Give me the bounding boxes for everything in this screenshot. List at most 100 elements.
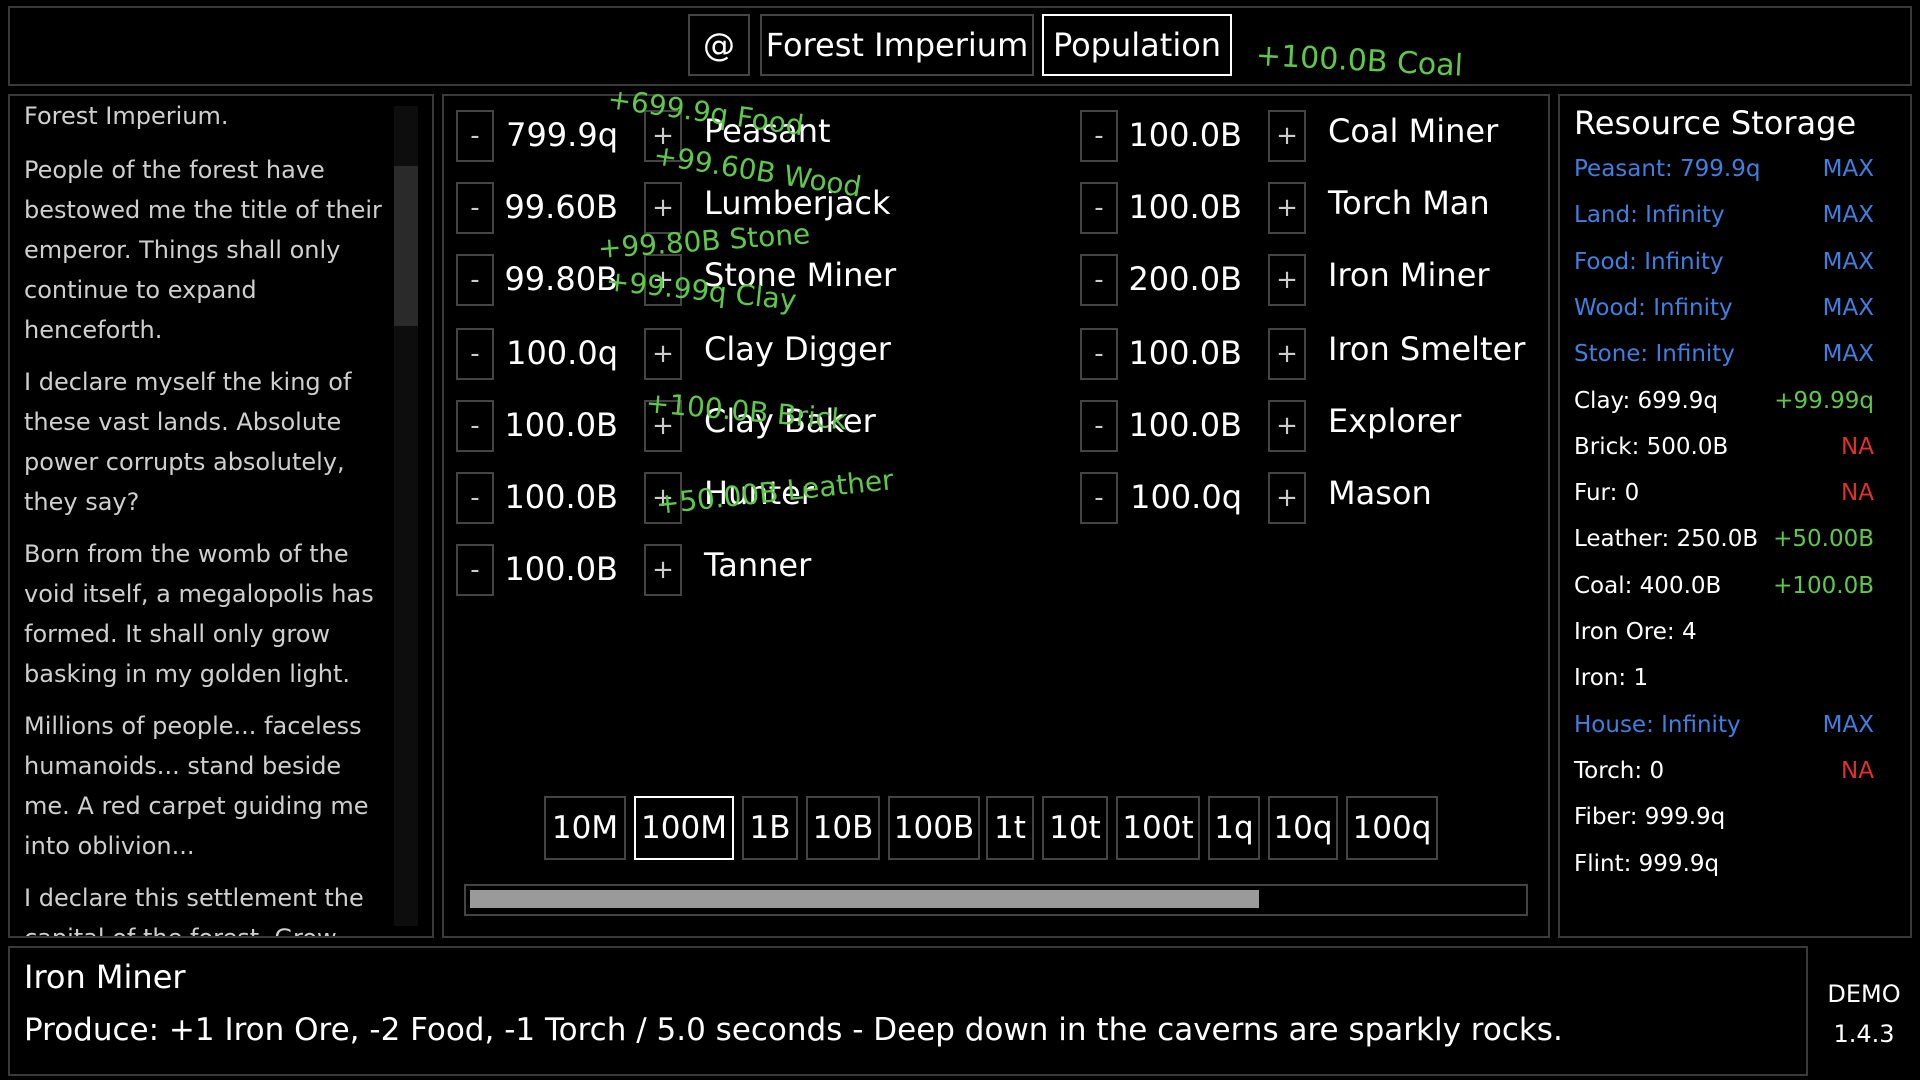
resource-tag: +100.0B <box>1773 572 1874 599</box>
story-text: Forest Imperium. People of the forest ha… <box>24 96 394 938</box>
story-paragraph: People of the forest have bestowed me th… <box>24 156 382 344</box>
story-paragraph: Millions of people... faceless humanoids… <box>24 712 369 860</box>
explorer-increase-button[interactable]: + <box>1268 400 1306 452</box>
clay-digger-count: 100.0q <box>506 334 618 372</box>
resource-label: House: Infinity <box>1574 711 1741 738</box>
tab-at[interactable]: @ <box>688 14 750 76</box>
clay-baker-decrease-button[interactable]: - <box>456 400 494 452</box>
resource-label: Torch: 0 <box>1574 757 1665 784</box>
multiplier-100b-button[interactable]: 100B <box>888 796 980 860</box>
coal-miner-increase-button[interactable]: + <box>1268 110 1306 162</box>
stone-miner-decrease-button[interactable]: - <box>456 254 494 306</box>
peasant-decrease-button[interactable]: - <box>456 110 494 162</box>
resource-row: Brick: 500.0B NA <box>1574 434 1874 474</box>
resource-row: Iron: 1 <box>1574 665 1874 705</box>
resource-row: Torch: 0 NA <box>1574 758 1874 798</box>
resource-label: Flint: 999.9q <box>1574 850 1720 877</box>
resource-tag: MAX <box>1822 294 1874 321</box>
tanner-decrease-button[interactable]: - <box>456 544 494 596</box>
multiplier-100m-button[interactable]: 100M <box>634 796 734 860</box>
clay-digger-increase-button[interactable]: + <box>644 328 682 380</box>
resource-label: Wood: Infinity <box>1574 294 1733 321</box>
multiplier-10q-button[interactable]: 10q <box>1268 796 1338 860</box>
mason-count: 100.0q <box>1130 478 1242 516</box>
resource-label: Clay: 699.9q <box>1574 387 1718 414</box>
resource-label: Brick: 500.0B <box>1574 433 1729 460</box>
resource-row: Fur: 0 NA <box>1574 480 1874 520</box>
explorer-count: 100.0B <box>1128 406 1242 444</box>
hunter-decrease-button[interactable]: - <box>456 472 494 524</box>
job-iron-smelter[interactable]: Iron Smelter <box>1328 330 1525 368</box>
resource-row: Iron Ore: 4 <box>1574 619 1874 659</box>
iron-miner-increase-button[interactable]: + <box>1268 254 1306 306</box>
resource-row: House: Infinity MAX <box>1574 712 1874 752</box>
tanner-count: 100.0B <box>504 550 618 588</box>
peasant-count: 799.9q <box>506 116 618 154</box>
iron-smelter-count: 100.0B <box>1128 334 1242 372</box>
lumberjack-decrease-button[interactable]: - <box>456 182 494 234</box>
resource-tag: MAX <box>1822 156 1874 182</box>
story-paragraph: I declare this settlement the capital of… <box>24 884 364 938</box>
multiplier-1q-button[interactable]: 1q <box>1208 796 1260 860</box>
mason-decrease-button[interactable]: - <box>1080 472 1118 524</box>
resource-tag: MAX <box>1822 248 1874 275</box>
job-torch-man[interactable]: Torch Man <box>1328 184 1490 222</box>
clay-digger-decrease-button[interactable]: - <box>456 328 494 380</box>
job-clay-digger[interactable]: Clay Digger <box>704 330 891 368</box>
multiplier-10b-button[interactable]: 10B <box>806 796 880 860</box>
resource-tag: MAX <box>1822 202 1874 229</box>
job-explorer[interactable]: Explorer <box>1328 402 1461 440</box>
story-panel: Forest Imperium. People of the forest ha… <box>8 94 434 938</box>
production-progress-bar <box>464 884 1528 916</box>
job-iron-miner[interactable]: Iron Miner <box>1328 256 1490 294</box>
explorer-decrease-button[interactable]: - <box>1080 400 1118 452</box>
mason-increase-button[interactable]: + <box>1268 472 1306 524</box>
iron-miner-decrease-button[interactable]: - <box>1080 254 1118 306</box>
story-scrollbar[interactable] <box>394 106 418 926</box>
info-description: Produce: +1 Iron Ore, -2 Food, -1 Torch … <box>24 1012 1563 1048</box>
resource-label: Land: Infinity <box>1574 202 1725 229</box>
iron-smelter-decrease-button[interactable]: - <box>1080 328 1118 380</box>
resource-row: Stone: Infinity MAX <box>1574 341 1874 381</box>
hunter-count: 100.0B <box>504 478 618 516</box>
resource-tag: MAX <box>1822 341 1874 368</box>
multiplier-100q-button[interactable]: 100q <box>1346 796 1438 860</box>
multiplier-1t-button[interactable]: 1t <box>986 796 1034 860</box>
resource-row: Wood: Infinity MAX <box>1574 295 1874 335</box>
resource-row: Clay: 699.9q +99.99q <box>1574 388 1874 428</box>
story-title: Forest Imperium. <box>24 102 229 130</box>
resource-tag: NA <box>1841 433 1874 460</box>
story-scrollbar-thumb[interactable] <box>394 166 418 326</box>
multiplier-10t-button[interactable]: 10t <box>1042 796 1108 860</box>
torch-man-decrease-button[interactable]: - <box>1080 182 1118 234</box>
resource-row: Food: Infinity MAX <box>1574 249 1874 289</box>
tab-population[interactable]: Population <box>1042 14 1232 76</box>
clay-baker-count: 100.0B <box>504 406 618 444</box>
tanner-increase-button[interactable]: + <box>644 544 682 596</box>
tab-forest-imperium[interactable]: Forest Imperium <box>760 14 1034 76</box>
resource-row: Land: Infinity MAX <box>1574 202 1874 242</box>
info-panel: Iron Miner Produce: +1 Iron Ore, -2 Food… <box>8 946 1808 1076</box>
resource-row: Leather: 250.0B +50.00B <box>1574 526 1874 566</box>
resource-label: Iron: 1 <box>1574 665 1649 692</box>
torch-man-increase-button[interactable]: + <box>1268 182 1306 234</box>
resource-label: Iron Ore: 4 <box>1574 619 1697 645</box>
resource-tag: +50.00B <box>1773 526 1874 553</box>
multiplier-100t-button[interactable]: 100t <box>1116 796 1200 860</box>
job-tanner[interactable]: Tanner <box>704 546 811 584</box>
resource-tag: MAX <box>1822 711 1874 738</box>
resource-storage-title: Resource Storage <box>1574 104 1857 142</box>
resource-label: Peasant: 799.9q <box>1574 156 1761 182</box>
coal-miner-decrease-button[interactable]: - <box>1080 110 1118 162</box>
job-mason[interactable]: Mason <box>1328 474 1432 512</box>
resource-label: Coal: 400.0B <box>1574 572 1722 599</box>
iron-smelter-increase-button[interactable]: + <box>1268 328 1306 380</box>
multiplier-1b-button[interactable]: 1B <box>742 796 798 860</box>
stone-miner-count: 99.80B <box>504 260 618 298</box>
resource-row: Flint: 999.9q <box>1574 851 1874 891</box>
demo-label: DEMO <box>1827 980 1901 1008</box>
job-coal-miner[interactable]: Coal Miner <box>1328 112 1498 150</box>
resource-label: Food: Infinity <box>1574 248 1724 275</box>
multiplier-10m-button[interactable]: 10M <box>544 796 626 860</box>
resource-storage-panel: Resource Storage Peasant: 799.9q MAX Land:… <box>1558 94 1912 938</box>
